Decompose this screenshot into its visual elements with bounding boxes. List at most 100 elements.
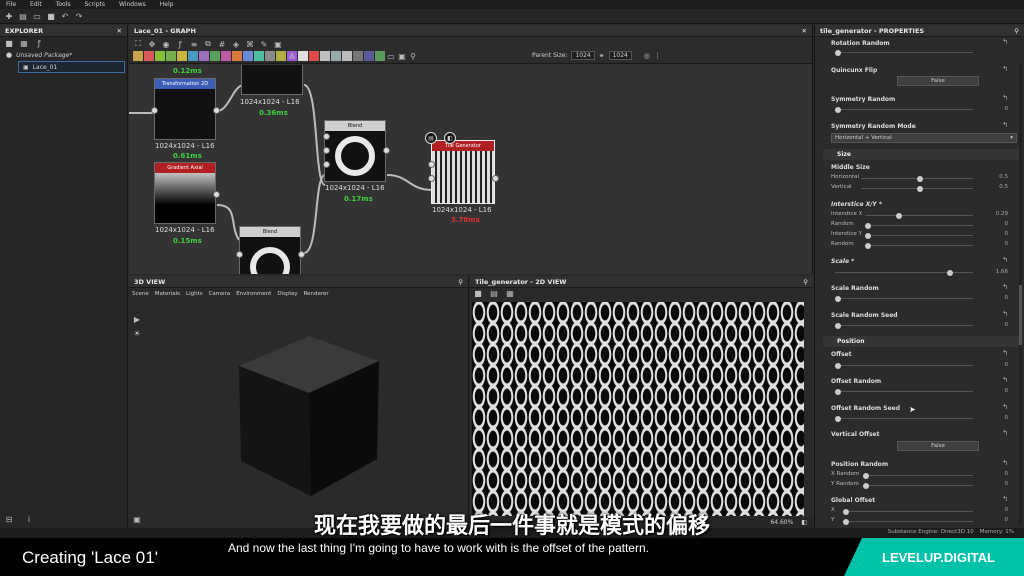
node-curve-icon[interactable] <box>166 51 176 61</box>
2d-channels-icon[interactable]: ▦ <box>505 289 515 299</box>
vertical-slider[interactable] <box>861 185 973 192</box>
symmetry-mode-dropdown[interactable]: Horizontal + Vertical ▾ <box>831 133 1017 143</box>
top-node[interactable] <box>241 65 303 95</box>
reset-icon[interactable]: ↰ <box>1002 38 1008 46</box>
menu-scripts[interactable]: Scripts <box>84 1 105 8</box>
tool-icon[interactable]: ✎ <box>259 39 269 49</box>
tile-preview-icon[interactable]: ▤ <box>425 132 437 144</box>
scale-random-slider[interactable] <box>835 295 973 302</box>
symmetry-random-slider[interactable] <box>835 106 973 113</box>
node-warp-icon[interactable] <box>309 51 319 61</box>
reset-icon[interactable]: ↰ <box>1002 65 1008 73</box>
properties-scrollbar[interactable] <box>1019 65 1022 525</box>
python-icon[interactable]: ◈ <box>231 39 241 49</box>
menu-windows[interactable]: Windows <box>119 1 146 8</box>
node-gradient-icon[interactable] <box>210 51 220 61</box>
transformation-node[interactable]: Transformation 2D <box>154 78 216 140</box>
open-folder-icon[interactable]: ▭ <box>32 11 42 21</box>
properties-pin-icon[interactable]: ⚲ <box>1014 27 1019 35</box>
graph-settings-icon[interactable]: ⋮ <box>654 52 661 60</box>
new-package-icon[interactable]: ✚ <box>4 11 14 21</box>
pin-icon[interactable]: ✕ <box>117 27 122 35</box>
reset-icon[interactable]: ↰ <box>1002 403 1008 411</box>
frame-icon[interactable]: ⛶ <box>133 39 143 49</box>
vertical-offset-toggle[interactable]: False <box>897 441 979 451</box>
blend1-input-port-2[interactable] <box>323 147 330 154</box>
node-blur-icon[interactable] <box>144 51 154 61</box>
node-distance-icon[interactable] <box>188 51 198 61</box>
offset-random-seed-slider[interactable] <box>835 415 973 422</box>
tile-output-icon[interactable]: ◧ <box>444 132 456 144</box>
node-bitmap-icon[interactable] <box>353 51 363 61</box>
comment-icon[interactable]: ƒ <box>175 39 185 49</box>
size-section-header[interactable]: Size <box>823 149 1021 160</box>
3d-menu-renderer[interactable]: Renderer <box>304 291 329 297</box>
save-icon[interactable]: ■ <box>46 11 56 21</box>
y-random-slider[interactable] <box>863 482 973 489</box>
transform-input-port[interactable] <box>151 107 158 114</box>
blend1-output-port[interactable] <box>383 147 390 154</box>
grid-icon[interactable]: # <box>217 39 227 49</box>
link-size-icon[interactable]: ⚭ <box>599 52 605 60</box>
parent-size-b[interactable]: 1024 <box>608 51 632 60</box>
node-output-icon[interactable] <box>364 51 374 61</box>
x-random-slider[interactable] <box>863 472 973 479</box>
interstice-y-slider[interactable] <box>865 232 973 239</box>
2d-copy-icon[interactable]: ▤ <box>489 289 499 299</box>
node-sharpen-icon[interactable] <box>276 51 286 61</box>
reset-icon[interactable]: ↰ <box>1002 94 1008 102</box>
node-blend-icon[interactable] <box>133 51 143 61</box>
node-uniform-icon[interactable] <box>298 51 308 61</box>
node-directional-icon[interactable] <box>177 51 187 61</box>
reset-icon[interactable]: ↰ <box>1002 495 1008 503</box>
open-icon[interactable]: ▤ <box>18 11 28 21</box>
gradient-node[interactable]: Gradient Axial <box>154 162 216 224</box>
tile-input-port-2[interactable] <box>428 175 435 182</box>
reset-icon[interactable]: ↰ <box>1002 256 1008 264</box>
nodes-icon[interactable]: ⧉ <box>203 39 213 49</box>
reset-icon[interactable]: ↰ <box>1002 459 1008 467</box>
blend2-input-port[interactable] <box>236 251 243 258</box>
graph-icon[interactable]: ▦ <box>19 38 29 48</box>
properties-scroll-thumb[interactable] <box>1019 285 1022 345</box>
align-icon[interactable]: ≡ <box>189 39 199 49</box>
export-icon[interactable]: ▣ <box>273 39 283 49</box>
position-section-header[interactable]: Position <box>823 336 1021 347</box>
node-shuffle-icon[interactable] <box>265 51 275 61</box>
node-svg-icon[interactable] <box>342 51 352 61</box>
tile-output-port[interactable] <box>492 175 499 182</box>
function-icon[interactable]: ƒ <box>34 38 44 48</box>
3d-menu-environment[interactable]: Environment <box>236 291 271 297</box>
reset-icon[interactable]: ↰ <box>1002 376 1008 384</box>
3d-menu-lights[interactable]: Lights <box>186 291 203 297</box>
menu-help[interactable]: Help <box>160 1 174 8</box>
menu-tools[interactable]: Tools <box>56 1 71 8</box>
blend1-input-port-3[interactable] <box>323 161 330 168</box>
node-channels-icon[interactable] <box>155 51 165 61</box>
link-icon[interactable]: ⌘ <box>245 39 255 49</box>
reset-icon[interactable]: ↰ <box>1002 283 1008 291</box>
3d-menu-materials[interactable]: Materials <box>155 291 180 297</box>
scale-slider[interactable] <box>835 269 973 276</box>
graph-item-lace[interactable]: ▣ Lace_01 <box>18 61 125 73</box>
2d-view-pin-icon[interactable]: ⚲ <box>803 278 808 286</box>
comment-node-icon[interactable]: ▣ <box>397 51 407 61</box>
node-grayscale-icon[interactable] <box>221 51 231 61</box>
save-icon[interactable]: ■ <box>4 38 14 48</box>
graph-close-icon[interactable]: ✕ <box>802 27 807 35</box>
2d-save-icon[interactable]: ■ <box>473 289 483 299</box>
move-icon[interactable]: ✥ <box>147 39 157 49</box>
reset-icon[interactable]: ↰ <box>1002 310 1008 318</box>
blend-node-2[interactable]: Blend <box>239 226 301 274</box>
3d-view-pin-icon[interactable]: ⚲ <box>458 278 463 286</box>
node-hsl-icon[interactable] <box>232 51 242 61</box>
reset-icon[interactable]: ↰ <box>1002 121 1008 129</box>
node-normal-icon[interactable] <box>254 51 264 61</box>
blend2-output-port[interactable] <box>298 251 305 258</box>
rotation-random-slider[interactable] <box>835 49 973 56</box>
blend1-input-port[interactable] <box>323 133 330 140</box>
reset-icon[interactable]: ↰ <box>1002 349 1008 357</box>
offset-slider[interactable] <box>835 362 973 369</box>
gradient-output-port[interactable] <box>213 191 220 198</box>
undo-icon[interactable]: ↶ <box>60 11 70 21</box>
